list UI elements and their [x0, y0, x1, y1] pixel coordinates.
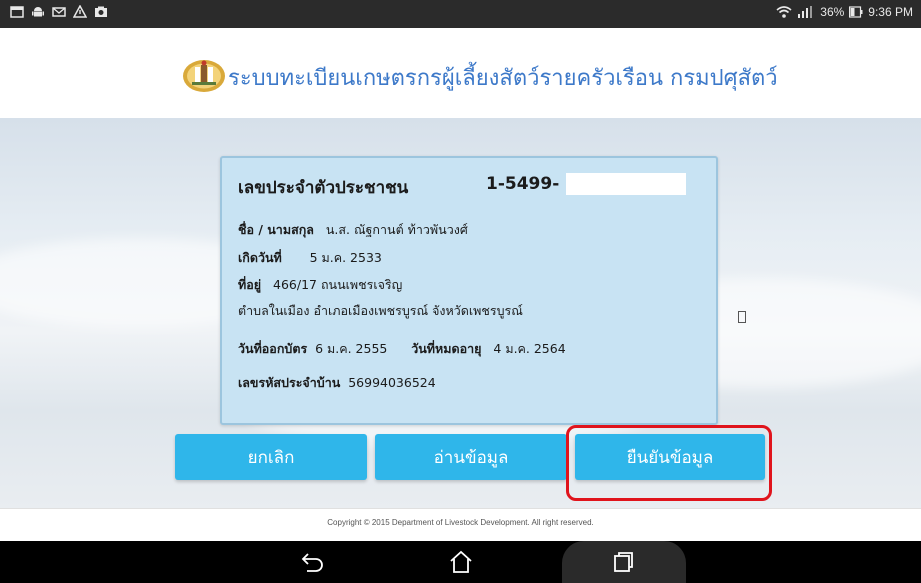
confirm-highlight-annotation	[566, 425, 772, 501]
recent-apps-icon[interactable]	[610, 550, 636, 574]
expire-value: 4 ม.ค. 2564	[493, 341, 566, 356]
id-card-title: เลขประจำตัวประชาชน	[238, 178, 409, 198]
battery-icon	[849, 6, 863, 18]
id-number: 1-5499-	[486, 174, 560, 194]
address-line2: ตำบลในเมือง อำเภอเมืองเพชรบูรณ์ จังหวัดเ…	[238, 303, 523, 318]
app-header: ระบบทะเบียนเกษตรกรผู้เลี้ยงสัตว์รายครัวเ…	[0, 28, 921, 118]
birth-label: เกิดวันที่	[238, 250, 282, 265]
id-card-info: เลขประจำตัวประชาชน 1-5499- ชื่อ / นามสกุ…	[220, 156, 718, 425]
address-line1: 466/17 ถนนเพชรเจริญ	[273, 277, 403, 292]
wifi-icon	[776, 5, 792, 19]
house-label: เลขรหัสประจำบ้าน	[238, 375, 341, 390]
tablet-screen: 36% 9:36 PM ระบบทะเบียนเกษตรกรผู้เลี้ยงส…	[0, 0, 921, 583]
cancel-button[interactable]: ยกเลิก	[175, 434, 367, 480]
footer: Copyright © 2015 Department of Livestock…	[0, 508, 921, 541]
birth-row: เกิดวันที่ 5 ม.ค. 2533	[238, 248, 382, 268]
issue-label: วันที่ออกบัตร	[238, 341, 308, 356]
battery-percent: 36%	[820, 5, 845, 19]
mail-icon	[52, 5, 66, 19]
android-icon	[31, 5, 45, 19]
address-row: ที่อยู่ 466/17 ถนนเพชรเจริญ	[238, 275, 402, 295]
home-icon[interactable]	[448, 550, 474, 574]
name-label: ชื่อ / นามสกุล	[238, 222, 314, 237]
house-row: เลขรหัสประจำบ้าน 56994036524	[238, 373, 436, 393]
warning-icon	[73, 5, 87, 19]
name-value: น.ส. ณัฐกานต์ ท้าวพันวงศ์	[325, 222, 468, 237]
status-bar: 36% 9:36 PM	[0, 0, 921, 28]
notification-icons	[10, 5, 108, 19]
dates-row: วันที่ออกบัตร 6 ม.ค. 2555 วันที่หมดอายุ …	[238, 339, 566, 359]
house-value: 56994036524	[348, 375, 436, 390]
redaction-mask	[566, 173, 686, 195]
birth-value: 5 ม.ค. 2533	[309, 250, 382, 265]
missing-glyph-box	[738, 311, 746, 323]
address-label: ที่อยู่	[238, 277, 262, 292]
copyright-text: Copyright © 2015 Department of Livestock…	[327, 518, 594, 527]
name-row: ชื่อ / นามสกุล น.ส. ณัฐกานต์ ท้าวพันวงศ์	[238, 220, 468, 240]
expire-label: วันที่หมดอายุ	[411, 341, 482, 356]
system-status: 36% 9:36 PM	[776, 5, 913, 19]
screen-icon	[10, 5, 24, 19]
read-data-button[interactable]: อ่านข้อมูล	[375, 434, 567, 480]
signal-icon	[797, 5, 815, 19]
clock: 9:36 PM	[868, 5, 913, 19]
issue-value: 6 ม.ค. 2555	[315, 341, 388, 356]
navigation-bar	[0, 541, 921, 583]
back-icon[interactable]	[300, 550, 326, 574]
department-seal-icon	[180, 56, 230, 94]
page-title: ระบบทะเบียนเกษตรกรผู้เลี้ยงสัตว์รายครัวเ…	[228, 66, 778, 91]
photo-icon	[94, 5, 108, 19]
